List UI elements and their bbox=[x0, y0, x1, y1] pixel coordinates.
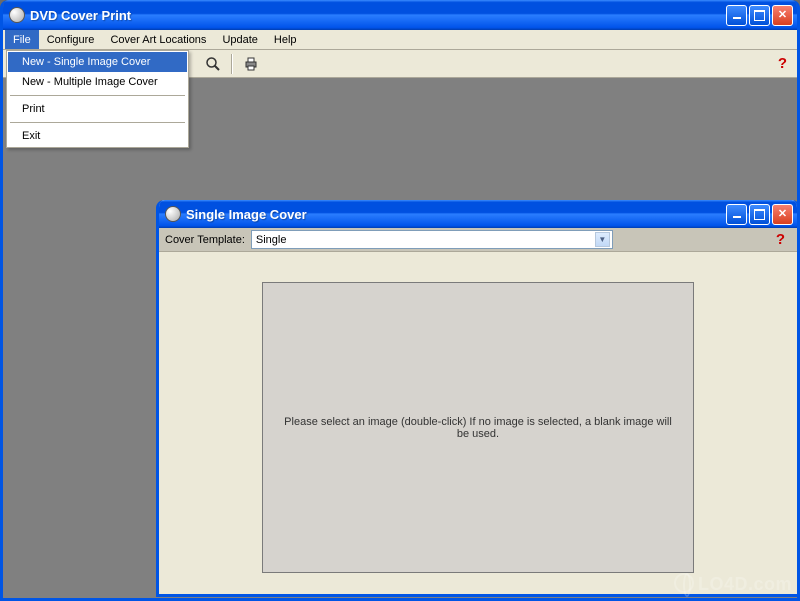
menu-item-new-single[interactable]: New - Single Image Cover bbox=[8, 52, 187, 72]
file-menu-dropdown: New - Single Image Cover New - Multiple … bbox=[6, 50, 189, 148]
menu-separator bbox=[10, 122, 185, 123]
child-toolbar: Cover Template: Single ▼ ? bbox=[159, 228, 797, 252]
child-maximize-button[interactable] bbox=[749, 204, 770, 225]
menu-item-print[interactable]: Print bbox=[8, 99, 187, 119]
main-title: DVD Cover Print bbox=[30, 8, 726, 23]
close-button[interactable] bbox=[772, 5, 793, 26]
cover-template-label: Cover Template: bbox=[165, 234, 245, 246]
print-icon[interactable] bbox=[239, 53, 263, 75]
child-window: Single Image Cover Cover Template: Singl… bbox=[156, 200, 800, 597]
menu-cover-art-locations[interactable]: Cover Art Locations bbox=[102, 30, 214, 49]
menu-file[interactable]: File bbox=[5, 30, 39, 49]
image-placeholder-text: Please select an image (double-click) If… bbox=[283, 416, 673, 440]
child-minimize-button[interactable] bbox=[726, 204, 747, 225]
menu-separator bbox=[10, 95, 185, 96]
main-window: DVD Cover Print File Configure Cover Art… bbox=[0, 0, 800, 601]
child-close-button[interactable] bbox=[772, 204, 793, 225]
help-icon[interactable]: ? bbox=[778, 55, 787, 72]
child-help-icon[interactable]: ? bbox=[776, 231, 785, 248]
app-icon bbox=[9, 7, 25, 23]
menubar: File Configure Cover Art Locations Updat… bbox=[3, 30, 797, 50]
main-titlebar: DVD Cover Print bbox=[3, 0, 797, 30]
cover-template-value: Single bbox=[256, 234, 595, 246]
menu-item-exit[interactable]: Exit bbox=[8, 126, 187, 146]
child-app-icon bbox=[165, 206, 181, 222]
menu-update[interactable]: Update bbox=[214, 30, 265, 49]
child-titlebar: Single Image Cover bbox=[159, 200, 797, 228]
zoom-icon[interactable] bbox=[201, 53, 225, 75]
cover-template-select[interactable]: Single ▼ bbox=[251, 230, 613, 249]
menu-help[interactable]: Help bbox=[266, 30, 305, 49]
menu-item-new-multiple[interactable]: New - Multiple Image Cover bbox=[8, 72, 187, 92]
child-title: Single Image Cover bbox=[186, 207, 726, 222]
chevron-down-icon: ▼ bbox=[595, 232, 610, 247]
child-window-buttons bbox=[726, 204, 793, 225]
menu-configure[interactable]: Configure bbox=[39, 30, 103, 49]
child-content: Please select an image (double-click) If… bbox=[159, 252, 797, 593]
maximize-button[interactable] bbox=[749, 5, 770, 26]
main-window-buttons bbox=[726, 5, 793, 26]
minimize-button[interactable] bbox=[726, 5, 747, 26]
toolbar-separator bbox=[231, 54, 233, 74]
image-placeholder[interactable]: Please select an image (double-click) If… bbox=[262, 282, 694, 573]
